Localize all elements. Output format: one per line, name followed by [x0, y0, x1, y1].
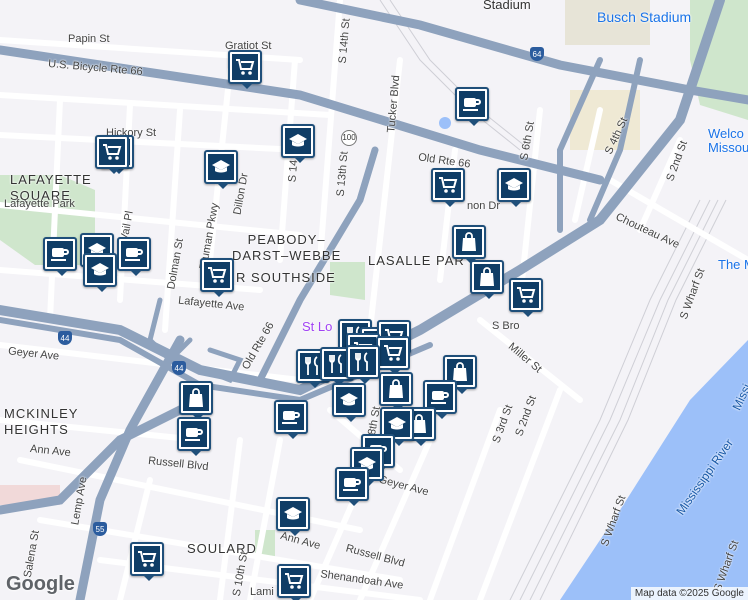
cart-icon [134, 546, 160, 572]
cart-icon [204, 262, 230, 288]
grocery-pin[interactable] [376, 336, 410, 375]
coffee-cup-icon [121, 241, 147, 267]
graduation-cap-icon [87, 257, 113, 283]
coffee-cup-icon [339, 471, 365, 497]
label-lafayette-park: Lafayette Park [4, 198, 75, 210]
cafe-pin[interactable] [335, 467, 369, 506]
cart-icon [99, 139, 125, 165]
map-attribution[interactable]: Map data ©2025 Google [630, 587, 748, 600]
graduation-cap-icon [336, 387, 362, 413]
poi-busch-stadium[interactable]: Busch Stadium [597, 9, 691, 25]
cart-icon [281, 568, 307, 594]
poi-welcome[interactable]: Welco Missour [708, 127, 748, 155]
map-base [0, 0, 748, 600]
cart-icon [435, 172, 461, 198]
shopping-bag-icon [383, 376, 409, 402]
i55-shield: 55 [93, 522, 107, 536]
cafe-pin[interactable] [177, 417, 211, 456]
google-logo: Google [6, 573, 75, 595]
grocery-pin[interactable] [277, 564, 311, 600]
poi-the-m[interactable]: The M [718, 257, 748, 272]
coffee-cup-icon [278, 404, 304, 430]
cafe-pin[interactable] [43, 237, 77, 276]
i64-shield: 64 [530, 47, 544, 61]
school-pin[interactable] [281, 124, 315, 163]
street-papin: Papin St [68, 33, 110, 45]
school-pin[interactable] [276, 497, 310, 536]
grocery-pin[interactable] [95, 135, 129, 174]
coffee-cup-icon [47, 241, 73, 267]
grocery-pin[interactable] [130, 542, 164, 581]
coffee-cup-icon [459, 91, 485, 117]
graduation-cap-icon [280, 501, 306, 527]
map-canvas[interactable]: LAFAYETTE SQUARE PEABODY– DARST–WEBBE R … [0, 0, 748, 600]
restaurant-pin[interactable] [346, 345, 380, 384]
i44-shield: 44 [58, 331, 72, 345]
school-pin[interactable] [332, 383, 366, 422]
street-cannon: non Dr [467, 200, 501, 212]
area-mckinley: MCKINLEY HEIGHTS [4, 406, 79, 437]
grocery-pin[interactable] [509, 278, 543, 317]
shopping-bag-icon [456, 229, 482, 255]
route-100-shield: 100 [341, 130, 357, 146]
graduation-cap-icon [501, 172, 527, 198]
poi-st-louis[interactable]: St Lo [302, 319, 332, 334]
school-pin[interactable] [204, 150, 238, 189]
i44-shield-2: 44 [172, 361, 186, 375]
cafe-pin[interactable] [117, 237, 151, 276]
graduation-cap-icon [208, 154, 234, 180]
area-lasalle: LASALLE PAR [368, 253, 465, 268]
shopping-pin[interactable] [179, 381, 213, 420]
school-pin[interactable] [497, 168, 531, 207]
cart-icon [380, 340, 406, 366]
grocery-pin[interactable] [200, 258, 234, 297]
poi-stadium[interactable]: Stadium [483, 0, 531, 12]
cart-icon [232, 54, 258, 80]
area-southside: R SOUTHSIDE [236, 270, 336, 285]
coffee-cup-icon [181, 421, 207, 447]
grocery-pin[interactable] [431, 168, 465, 207]
shopping-bag-icon [183, 385, 209, 411]
grocery-pin[interactable] [228, 50, 262, 89]
cafe-pin[interactable] [274, 400, 308, 439]
area-peabody: PEABODY– DARST–WEBBE [232, 232, 342, 263]
street-sbro: S Bro [492, 320, 520, 332]
fork-knife-icon [350, 349, 376, 375]
graduation-cap-icon [285, 128, 311, 154]
school-pin[interactable] [83, 253, 117, 292]
shopping-pin[interactable] [379, 372, 413, 411]
cafe-pin[interactable] [455, 87, 489, 126]
shopping-pin[interactable] [470, 260, 504, 299]
cart-icon [513, 282, 539, 308]
shopping-bag-icon [474, 264, 500, 290]
shopping-pin[interactable] [452, 225, 486, 264]
